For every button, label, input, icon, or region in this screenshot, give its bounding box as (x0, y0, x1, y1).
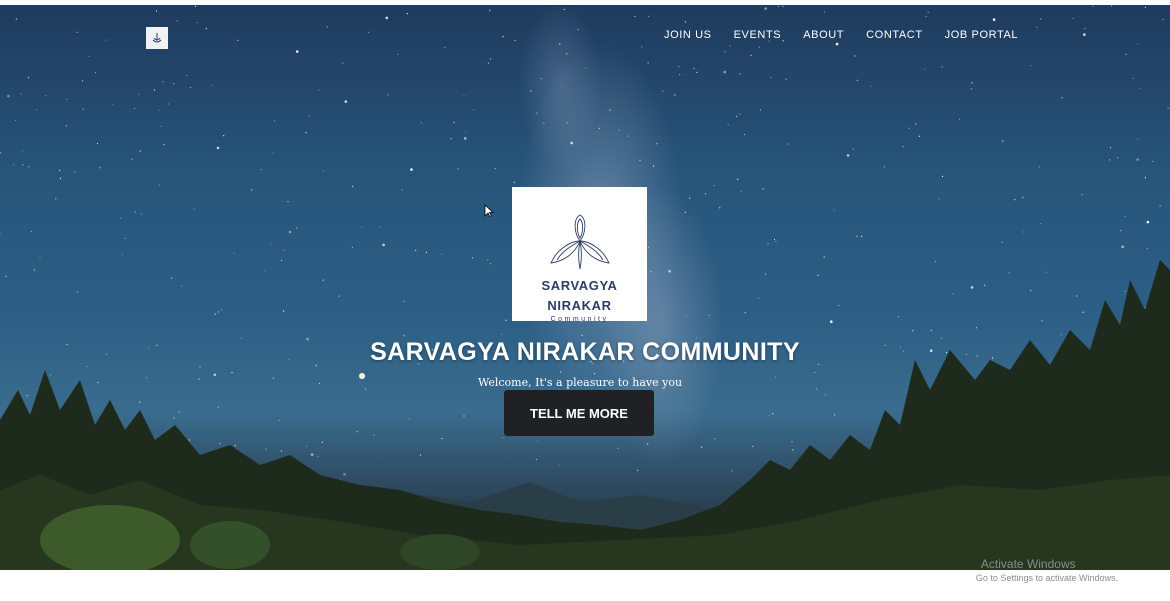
logo-text-line3: Community (550, 316, 609, 323)
leaf-emblem-icon (549, 214, 610, 270)
mouse-cursor-icon (484, 204, 494, 218)
community-logo-card: SARVAGYA NIRAKAR Community (512, 187, 647, 323)
logo-icon (152, 33, 162, 43)
nav-job-portal-link[interactable]: JOB PORTAL (945, 29, 1018, 41)
nav-about-link[interactable]: ABOUT (803, 29, 844, 41)
nav-logo-button[interactable] (146, 27, 168, 49)
hero-subtitle: Welcome, It's a pleasure to have you (477, 376, 683, 389)
nav-join-us-link[interactable]: JOIN US (664, 29, 712, 41)
hero-section: JOIN US EVENTS ABOUT CONTACT JOB PORTAL … (0, 5, 1170, 570)
tell-me-more-button[interactable]: TELL ME MORE (504, 390, 654, 436)
hero-title: SARVAGYA NIRAKAR COMMUNITY (370, 338, 800, 366)
activate-windows-watermark: Activate Windows Go to Settings to activ… (976, 557, 1118, 583)
main-nav: JOIN US EVENTS ABOUT CONTACT JOB PORTAL (664, 29, 1018, 41)
watermark-subtitle: Go to Settings to activate Windows. (975, 573, 1118, 583)
nav-contact-link[interactable]: CONTACT (866, 29, 923, 41)
logo-text-line2: NIRAKAR (547, 298, 612, 313)
watermark-title: Activate Windows (980, 557, 1076, 571)
logo-text-line1: SARVAGYA (541, 278, 618, 293)
nav-events-link[interactable]: EVENTS (734, 29, 782, 41)
